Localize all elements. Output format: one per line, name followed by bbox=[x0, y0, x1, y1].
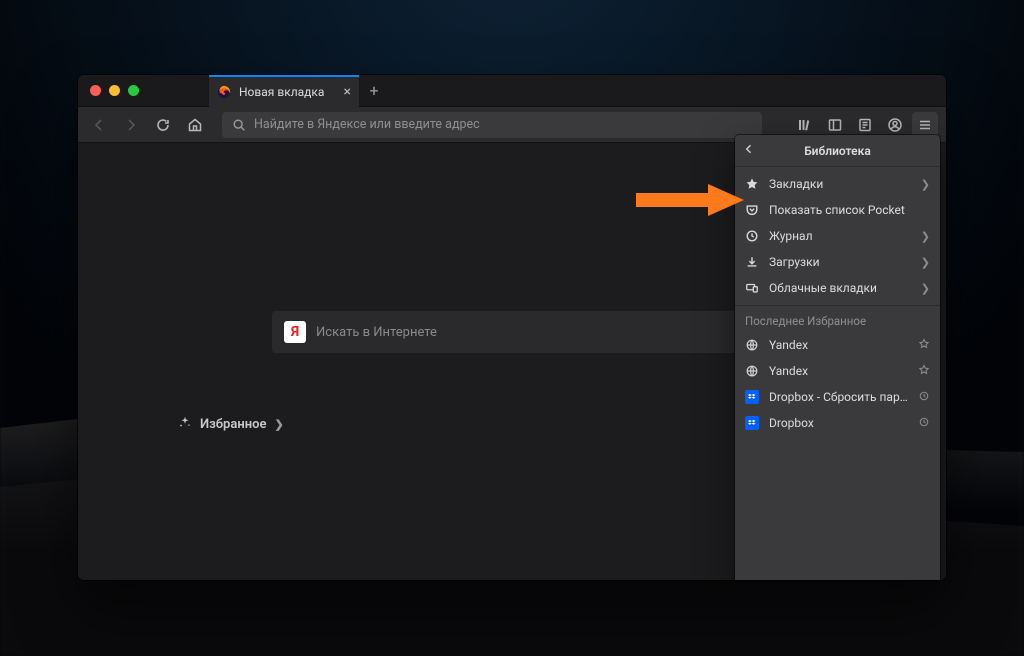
star-outline-icon bbox=[918, 364, 930, 379]
menu-item-label: Показать список Pocket bbox=[769, 203, 930, 217]
browser-window: Новая вкладка × + bbox=[78, 75, 946, 580]
pocket-icon bbox=[745, 203, 759, 217]
recent-section-label: Последнее Избранное bbox=[735, 306, 940, 332]
sparkle-icon bbox=[178, 415, 192, 433]
star-outline-icon bbox=[918, 338, 930, 353]
synced-tabs-icon bbox=[745, 281, 759, 295]
minimize-window-button[interactable] bbox=[109, 85, 120, 96]
recent-item[interactable]: Dropbox - Сбросить пароль bbox=[735, 384, 940, 410]
chevron-right-icon: ❯ bbox=[921, 230, 930, 243]
chevron-right-icon: ❯ bbox=[921, 256, 930, 269]
favorites-label: Избранное bbox=[200, 417, 266, 432]
menu-item-label: Загрузки bbox=[769, 255, 911, 269]
firefox-favicon-icon bbox=[217, 85, 231, 99]
favorites-section-toggle[interactable]: Избранное ❯ bbox=[178, 415, 284, 433]
menu-item-pocket[interactable]: Показать список Pocket bbox=[735, 197, 940, 223]
recent-item[interactable]: Yandex bbox=[735, 358, 940, 384]
recent-item-label: Dropbox - Сбросить пароль bbox=[769, 390, 908, 404]
chevron-right-icon: ❯ bbox=[274, 418, 283, 431]
account-button[interactable] bbox=[882, 112, 908, 138]
app-menu-button[interactable] bbox=[912, 112, 938, 138]
panel-title: Библиотека bbox=[804, 144, 871, 158]
back-button[interactable] bbox=[86, 112, 112, 138]
menu-item-label: Журнал bbox=[769, 229, 911, 243]
homepage-search-input[interactable] bbox=[316, 325, 740, 340]
clock-icon bbox=[918, 416, 930, 431]
close-window-button[interactable] bbox=[90, 85, 101, 96]
search-icon bbox=[232, 118, 246, 132]
recent-item[interactable]: Yandex bbox=[735, 332, 940, 358]
history-icon bbox=[745, 229, 759, 243]
recent-item-label: Dropbox bbox=[769, 416, 908, 430]
recent-list: Yandex Yandex Dropbox - Сбросить пароль … bbox=[735, 332, 940, 436]
library-button[interactable] bbox=[792, 112, 818, 138]
tab-title: Новая вкладка bbox=[239, 85, 324, 99]
recent-item-label: Yandex bbox=[769, 364, 908, 378]
homepage-search-box[interactable]: Я bbox=[272, 311, 752, 353]
url-input[interactable] bbox=[254, 117, 752, 132]
menu-item-synced-tabs[interactable]: Облачные вкладки ❯ bbox=[735, 275, 940, 301]
panel-back-button[interactable] bbox=[743, 143, 755, 158]
reload-button[interactable] bbox=[150, 112, 176, 138]
menu-item-label: Облачные вкладки bbox=[769, 281, 911, 295]
star-icon bbox=[745, 177, 759, 191]
dropbox-icon bbox=[745, 390, 759, 404]
tab-strip: Новая вкладка × + bbox=[78, 75, 946, 107]
chevron-right-icon: ❯ bbox=[921, 178, 930, 191]
recent-item[interactable]: Dropbox bbox=[735, 410, 940, 436]
menu-item-downloads[interactable]: Загрузки ❯ bbox=[735, 249, 940, 275]
sidebar-button[interactable] bbox=[822, 112, 848, 138]
new-tab-button[interactable]: + bbox=[359, 76, 389, 106]
close-tab-button[interactable]: × bbox=[344, 84, 351, 100]
window-controls bbox=[78, 85, 151, 96]
globe-icon bbox=[745, 364, 759, 378]
chevron-right-icon: ❯ bbox=[921, 282, 930, 295]
panel-header: Библиотека bbox=[735, 135, 940, 167]
download-icon bbox=[745, 255, 759, 269]
address-bar[interactable] bbox=[222, 112, 762, 138]
menu-item-label: Закладки bbox=[769, 177, 911, 191]
library-menu: Закладки ❯ Показать список Pocket Журнал… bbox=[735, 167, 940, 306]
recent-item-label: Yandex bbox=[769, 338, 908, 352]
home-button[interactable] bbox=[182, 112, 208, 138]
dropbox-icon bbox=[745, 416, 759, 430]
library-panel: Библиотека Закладки ❯ Показать список Po… bbox=[735, 135, 940, 580]
clock-icon bbox=[918, 390, 930, 405]
tab-active[interactable]: Новая вкладка × bbox=[209, 75, 359, 107]
menu-item-bookmarks[interactable]: Закладки ❯ bbox=[735, 171, 940, 197]
globe-icon bbox=[745, 338, 759, 352]
menu-item-history[interactable]: Журнал ❯ bbox=[735, 223, 940, 249]
yandex-logo-icon: Я bbox=[284, 321, 306, 343]
reader-button[interactable] bbox=[852, 112, 878, 138]
maximize-window-button[interactable] bbox=[128, 85, 139, 96]
forward-button[interactable] bbox=[118, 112, 144, 138]
